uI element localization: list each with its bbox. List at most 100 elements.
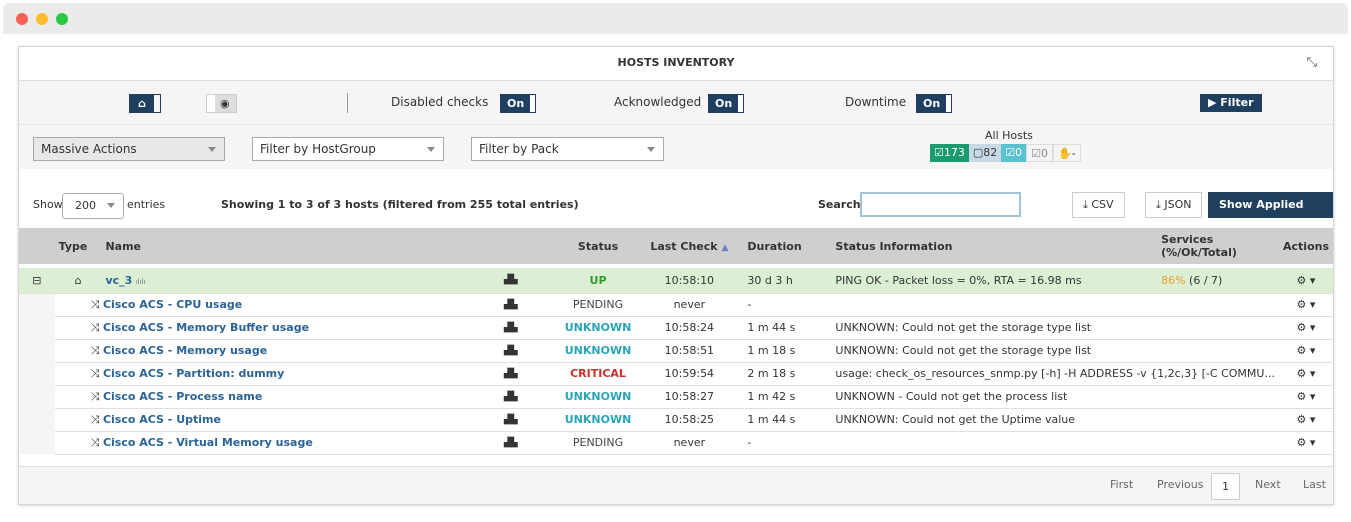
graph-icon[interactable]: ▟▙ <box>499 408 561 432</box>
search-input[interactable] <box>860 192 1021 217</box>
toggle-on: On <box>501 95 531 112</box>
actions-menu[interactable]: ⚙ ▾ <box>1279 362 1333 386</box>
entries-label: entries <box>127 198 166 211</box>
next-page-button[interactable]: Next <box>1255 478 1281 491</box>
column-status[interactable]: Status <box>560 228 636 266</box>
previous-page-button[interactable]: Previous <box>1157 478 1204 491</box>
actions-menu[interactable]: ⚙ ▾ <box>1279 408 1333 432</box>
disabled-checks-toggle[interactable]: On <box>500 94 537 113</box>
table-row-service: ⤨ Cisco ACS - CPU usage ▟▙ PENDING never… <box>19 293 1333 317</box>
divider <box>347 93 348 113</box>
json-export-button[interactable]: ⤓ JSON <box>1145 192 1203 218</box>
service-last-check: 10:58:25 <box>635 408 744 432</box>
service-status: UNKNOWN <box>560 316 636 340</box>
service-last-check: 10:58:27 <box>635 385 744 409</box>
disabled-checks-label: Disabled checks <box>391 95 489 109</box>
pagination: First Previous 1 Next Last <box>19 466 1333 504</box>
ack-count-badge[interactable]: ☑0 <box>1026 144 1053 162</box>
service-duration: 2 m 18 s <box>743 362 832 386</box>
unknown-count-badge[interactable]: ☑0 <box>1001 144 1027 162</box>
table-info: Showing 1 to 3 of 3 hosts (filtered from… <box>221 198 579 211</box>
service-last-check: never <box>635 431 744 455</box>
graph-icon[interactable]: ▟▙ <box>499 339 561 363</box>
service-link[interactable]: Cisco ACS - Uptime <box>103 413 221 426</box>
graph-icon[interactable]: ▟▙ <box>499 431 561 455</box>
column-name[interactable]: Name <box>101 228 500 266</box>
service-link[interactable]: Cisco ACS - Partition: dummy <box>103 367 284 380</box>
graph-icon[interactable]: ▟▙ <box>499 316 561 340</box>
graph-icon[interactable]: ▟▙ <box>499 362 561 386</box>
page-1-button[interactable]: 1 <box>1211 473 1240 500</box>
service-duration: 1 m 42 s <box>743 385 832 409</box>
service-icon: ⤨ <box>90 297 103 311</box>
service-status: UNKNOWN <box>560 339 636 363</box>
minimize-window-button[interactable] <box>36 13 48 25</box>
last-page-button[interactable]: Last <box>1303 478 1326 491</box>
table-row-service: ⤨ Cisco ACS - Process name ▟▙ UNKNOWN 10… <box>19 385 1333 409</box>
downtime-count-badge[interactable]: ✋- <box>1053 144 1081 162</box>
service-icon: ⤨ <box>90 412 103 426</box>
service-last-check: 10:58:24 <box>635 316 744 340</box>
first-page-button[interactable]: First <box>1110 478 1133 491</box>
graph-icon[interactable]: ▟▙ <box>499 264 561 294</box>
actions-menu[interactable]: ⚙ ▾ <box>1279 339 1333 363</box>
host-view-toggle[interactable]: ⌂ <box>129 94 161 113</box>
maximize-window-button[interactable] <box>56 13 68 25</box>
service-status-info: UNKNOWN: Could not get the storage type … <box>831 316 1279 340</box>
up-count-badge[interactable]: ☑173 <box>930 144 969 162</box>
service-view-toggle[interactable]: ◉ <box>206 94 237 113</box>
column-status-information[interactable]: Status Information <box>831 228 1158 266</box>
graph-icon[interactable]: ▟▙ <box>499 385 561 409</box>
actions-menu[interactable]: ⚙ ▾ <box>1279 431 1333 455</box>
actions-menu[interactable]: ⚙ ▾ <box>1279 264 1333 294</box>
table-row-service: ⤨ Cisco ACS - Partition: dummy ▟▙ CRITIC… <box>19 362 1333 386</box>
service-link[interactable]: Cisco ACS - CPU usage <box>103 298 242 311</box>
service-link[interactable]: Cisco ACS - Virtual Memory usage <box>103 436 313 449</box>
table-row-service: ⤨ Cisco ACS - Uptime ▟▙ UNKNOWN 10:58:25… <box>19 408 1333 432</box>
actions-menu[interactable]: ⚙ ▾ <box>1279 385 1333 409</box>
indent <box>19 431 55 454</box>
entries-select[interactable]: 200 <box>62 193 124 219</box>
acknowledged-toggle[interactable]: On <box>708 94 745 113</box>
service-icon: ⤨ <box>90 389 103 403</box>
service-last-check: never <box>635 293 744 317</box>
host-link[interactable]: vc_3 <box>105 274 132 287</box>
service-status: CRITICAL <box>560 362 636 386</box>
table-row-service: ⤨ Cisco ACS - Memory Buffer usage ▟▙ UNK… <box>19 316 1333 340</box>
downtime-toggle[interactable]: On <box>916 94 953 113</box>
actions-menu[interactable]: ⚙ ▾ <box>1279 316 1333 340</box>
close-window-button[interactable] <box>16 13 28 25</box>
service-duration: - <box>743 293 832 317</box>
column-services[interactable]: Services (%/Ok/Total) <box>1157 228 1279 266</box>
indent <box>19 385 55 408</box>
massive-actions-select[interactable]: Massive Actions <box>33 137 225 161</box>
collapse-row-icon[interactable]: ⊟ <box>19 264 55 294</box>
service-status-info: UNKNOWN - Could not get the process list <box>831 385 1279 409</box>
dashboard-icon: ◉ <box>220 97 230 110</box>
service-status: PENDING <box>560 293 636 317</box>
service-status-info <box>831 293 1279 317</box>
indent <box>19 339 55 362</box>
show-applied-filters-button[interactable]: Show Applied Filters <box>1208 192 1333 235</box>
host-duration: 30 d 3 h <box>743 264 832 294</box>
host-type-icon: ⌂ <box>54 264 102 294</box>
services-percent: 86% <box>1161 273 1186 287</box>
unchecked-count-badge[interactable]: ▢82 <box>968 144 1002 162</box>
column-type[interactable]: Type <box>54 228 102 266</box>
collapse-icon[interactable]: ⤡ <box>1307 55 1317 70</box>
play-icon: ▶ <box>1208 96 1221 109</box>
service-link[interactable]: Cisco ACS - Memory usage <box>103 344 267 357</box>
pack-filter-select[interactable]: Filter by Pack <box>471 137 664 161</box>
service-link[interactable]: Cisco ACS - Process name <box>103 390 262 403</box>
filter-button[interactable]: ▶ Filter <box>1200 94 1262 112</box>
hostgroup-filter-select[interactable]: Filter by HostGroup <box>252 137 444 161</box>
column-last-check[interactable]: Last Check <box>650 240 717 253</box>
indent <box>19 362 55 385</box>
service-link[interactable]: Cisco ACS - Memory Buffer usage <box>103 321 309 334</box>
actions-menu[interactable]: ⚙ ▾ <box>1279 293 1333 317</box>
column-duration[interactable]: Duration <box>743 228 832 266</box>
graph-icon[interactable]: ▟▙ <box>499 293 561 317</box>
service-status-info <box>831 431 1279 455</box>
show-label: Show <box>33 198 63 211</box>
csv-export-button[interactable]: ⤓ CSV <box>1072 192 1125 218</box>
